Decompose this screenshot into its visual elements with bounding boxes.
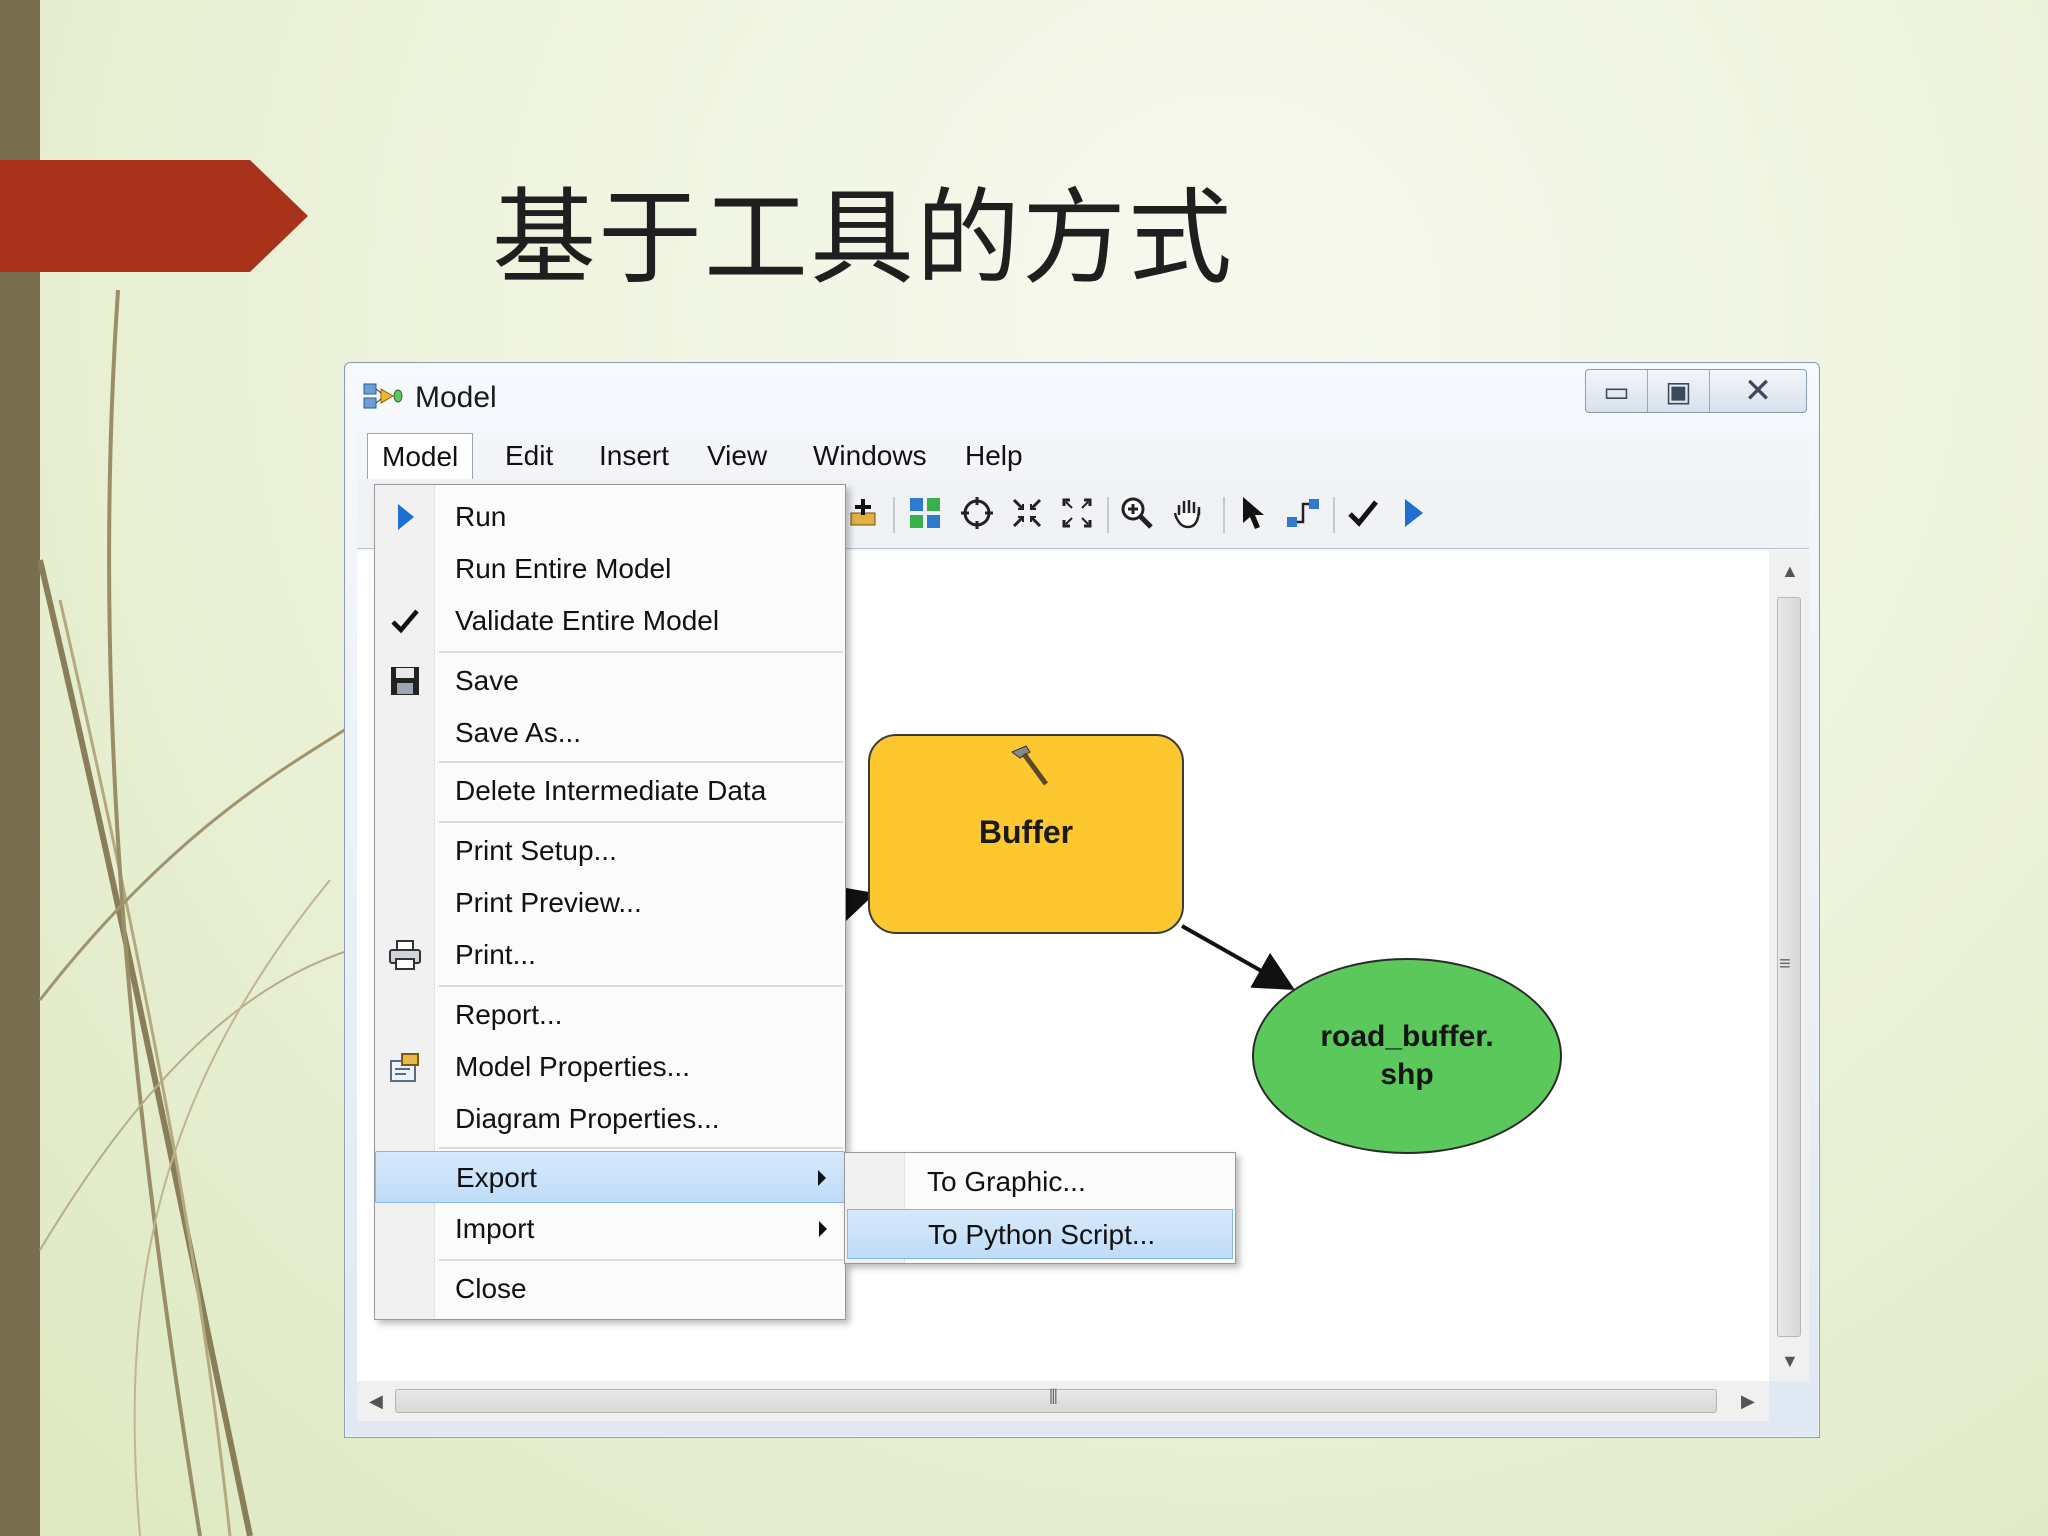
submenu-to-graphic-label: To Graphic... <box>927 1166 1086 1197</box>
zoom-out-fixed-icon[interactable] <box>1057 493 1097 533</box>
submenu-to-python-script-label: To Python Script... <box>928 1219 1156 1250</box>
menu-separator <box>439 985 843 987</box>
menu-validate-label: Validate Entire Model <box>455 605 720 636</box>
output-data-node[interactable]: road_buffer. shp <box>1252 958 1562 1154</box>
hammer-icon <box>1011 745 1049 786</box>
floppy-icon <box>387 663 423 699</box>
scroll-right-icon[interactable]: ▶ <box>1741 1391 1755 1412</box>
menu-diagram-properties-label: Diagram Properties... <box>455 1103 720 1134</box>
window-controls: ▭ ▣ ✕ <box>1585 369 1807 413</box>
validate-check-icon[interactable] <box>1343 493 1383 533</box>
menu-diagram-properties[interactable]: Diagram Properties... <box>375 1093 845 1145</box>
menu-print-label: Print... <box>455 939 536 970</box>
run-icon[interactable] <box>1393 493 1433 533</box>
title-arrow-banner <box>0 160 308 272</box>
pan-hand-icon[interactable] <box>1169 493 1209 533</box>
menu-help[interactable]: Help <box>951 433 1037 479</box>
window-title: Model <box>415 381 497 414</box>
buffer-node-label: Buffer <box>978 814 1074 850</box>
close-button[interactable]: ✕ <box>1710 370 1806 412</box>
menu-separator <box>439 1147 843 1149</box>
output-node-label: road_buffer. shp <box>1254 1018 1560 1094</box>
buffer-tool-node[interactable]: Buffer <box>868 734 1184 934</box>
submenu-to-python-script[interactable]: To Python Script... <box>847 1209 1233 1259</box>
output-node-label-line1: road_buffer. <box>1320 1020 1494 1053</box>
output-node-label-line2: shp <box>1380 1058 1434 1091</box>
menu-model-properties-label: Model Properties... <box>455 1051 690 1082</box>
scroll-down-icon[interactable]: ▼ <box>1781 1351 1799 1372</box>
menu-view[interactable]: View <box>693 433 781 479</box>
menu-save-as[interactable]: Save As... <box>375 707 845 759</box>
properties-icon <box>387 1049 423 1085</box>
menubar: Model Edit Insert View Windows Help <box>357 433 1809 481</box>
menu-export[interactable]: Export <box>375 1151 845 1203</box>
vertical-grip-icon: ≡ <box>1779 953 1791 975</box>
menu-print-setup-label: Print Setup... <box>455 835 617 866</box>
menu-run[interactable]: Run <box>375 491 845 543</box>
printer-icon <box>387 937 423 973</box>
vertical-scrollbar[interactable]: ▲ ≡ ▼ <box>1769 551 1809 1381</box>
menu-report[interactable]: Report... <box>375 989 845 1041</box>
add-data-icon[interactable] <box>843 493 883 533</box>
menu-model[interactable]: Model <box>367 433 474 481</box>
menu-insert[interactable]: Insert <box>585 433 683 479</box>
menu-separator <box>439 821 843 823</box>
zoom-in-icon[interactable] <box>1117 493 1157 533</box>
full-extent-icon[interactable] <box>957 493 997 533</box>
menu-print-setup[interactable]: Print Setup... <box>375 825 845 877</box>
menu-import-label: Import <box>455 1213 535 1244</box>
scroll-up-icon[interactable]: ▲ <box>1781 561 1799 582</box>
minimize-button[interactable]: ▭ <box>1586 370 1648 412</box>
menu-separator <box>439 1259 843 1261</box>
menu-run-entire-model-label: Run Entire Model <box>455 553 672 584</box>
menu-close-label: Close <box>455 1273 527 1304</box>
run-icon <box>387 499 423 535</box>
menu-save-as-label: Save As... <box>455 717 582 748</box>
export-submenu: To Graphic... To Python Script... <box>844 1152 1236 1264</box>
maximize-button[interactable]: ▣ <box>1648 370 1710 412</box>
model-app-icon <box>363 383 403 409</box>
menu-validate-entire-model[interactable]: Validate Entire Model <box>375 595 845 647</box>
submenu-arrow-icon <box>818 1170 826 1186</box>
check-icon <box>387 603 423 639</box>
horizontal-scrollbar[interactable]: ◀ ⦀ ▶ <box>357 1381 1769 1421</box>
slide-title: 基于工具的方式 <box>492 177 1235 299</box>
select-arrow-icon[interactable] <box>1233 493 1273 533</box>
menu-import[interactable]: Import <box>375 1203 845 1255</box>
menu-edit[interactable]: Edit <box>491 433 567 479</box>
model-menu-dropdown: Run Run Entire Model Validate Entire Mod… <box>374 484 846 1320</box>
menu-windows[interactable]: Windows <box>799 433 941 479</box>
menu-close[interactable]: Close <box>375 1263 845 1315</box>
menu-report-label: Report... <box>455 999 563 1030</box>
menu-print-preview-label: Print Preview... <box>455 887 642 918</box>
connect-icon[interactable] <box>1283 493 1323 533</box>
submenu-to-graphic[interactable]: To Graphic... <box>847 1157 1233 1207</box>
menu-save[interactable]: Save <box>375 655 845 707</box>
menu-print[interactable]: Print... <box>375 929 845 981</box>
menu-export-label: Export <box>456 1162 537 1193</box>
menu-save-label: Save <box>455 665 519 696</box>
menu-run-label: Run <box>455 501 507 532</box>
menu-model-properties[interactable]: Model Properties... <box>375 1041 845 1093</box>
zoom-in-fixed-icon[interactable] <box>1007 493 1047 533</box>
menu-separator <box>439 761 843 763</box>
menu-separator <box>439 651 843 653</box>
menu-delete-intermediate-label: Delete Intermediate Data <box>455 775 767 806</box>
scroll-left-icon[interactable]: ◀ <box>369 1391 383 1412</box>
window-titlebar[interactable]: Model ▭ ▣ ✕ <box>345 363 1819 427</box>
menu-delete-intermediate-data[interactable]: Delete Intermediate Data <box>375 765 845 817</box>
submenu-arrow-icon <box>819 1221 827 1237</box>
auto-layout-icon[interactable] <box>905 493 945 533</box>
menu-print-preview[interactable]: Print Preview... <box>375 877 845 929</box>
menu-run-entire-model[interactable]: Run Entire Model <box>375 543 845 595</box>
horizontal-grip-icon: ⦀ <box>1049 1387 1058 1409</box>
